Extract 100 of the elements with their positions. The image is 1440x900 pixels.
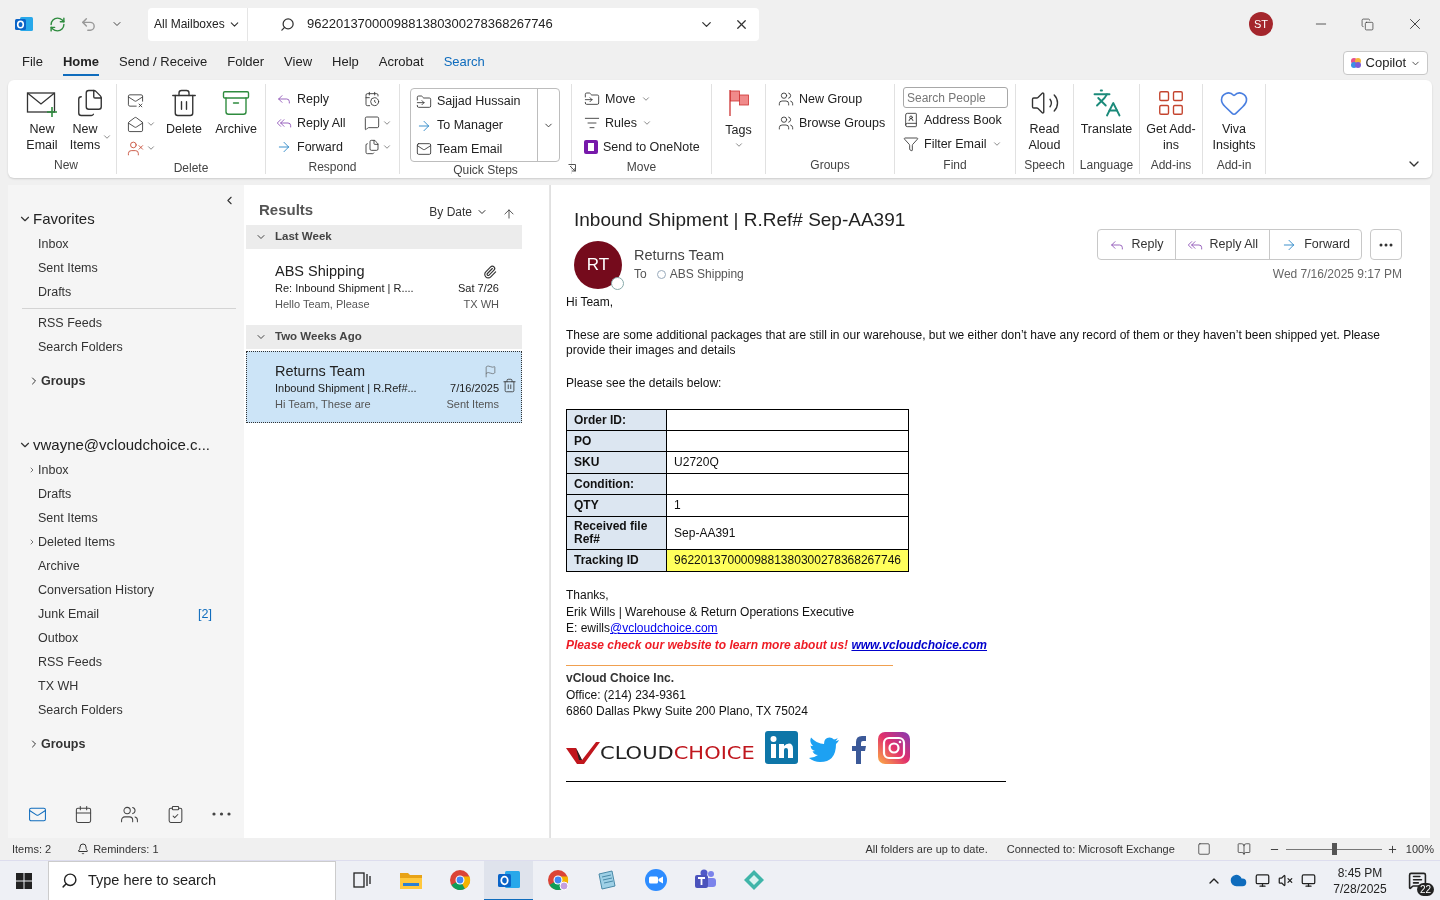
reminders-count[interactable]: Reminders: 1 [93, 840, 159, 858]
ribbon-button[interactable]: Move [584, 87, 711, 111]
menu-tab[interactable]: Folder [227, 50, 265, 76]
ribbon-button[interactable]: Filter Email [903, 132, 1015, 156]
ribbon-button[interactable]: New Items [68, 84, 112, 153]
message-item[interactable]: Returns Team Inbound Shipment | R.Ref#... Hi Team, These are 7/16/2025 Sent Items [246, 351, 522, 423]
section-header[interactable]: Favorites [8, 207, 95, 231]
group-header[interactable]: Two Weeks Ago [246, 325, 522, 349]
clock[interactable]: 8:45 PM 7/28/2025 [1326, 864, 1394, 897]
ribbon-button[interactable]: Viva Insights [1206, 84, 1262, 153]
app-logo-icon[interactable] [14, 14, 34, 34]
zoom-in-icon[interactable] [1386, 843, 1398, 855]
copilot-button[interactable]: Copilot [1342, 51, 1428, 75]
f-logo-icon[interactable] [849, 733, 868, 764]
menu-tab[interactable]: Help [332, 50, 359, 76]
group-header[interactable]: Last Week [246, 225, 522, 249]
message-preview: Hi Team, These are [275, 397, 372, 412]
menu-tab[interactable]: Send / Receive [119, 50, 208, 76]
action-button[interactable]: Reply [1097, 230, 1175, 259]
groups-header[interactable]: Groups [8, 732, 86, 756]
folder-item[interactable]: TX WH [8, 674, 244, 698]
mail-app-icon [496, 868, 521, 891]
taskbar-search-field[interactable]: Type here to search [88, 869, 308, 892]
ribbon-button[interactable]: Delete [162, 84, 206, 160]
folder-item[interactable]: Junk Email [2] [8, 602, 244, 626]
website-link[interactable]: www.vcloudchoice.com [851, 637, 988, 652]
reading-view-icon[interactable] [1236, 842, 1251, 856]
ribbon-button[interactable]: Get Add-ins [1143, 84, 1199, 153]
dialog-launcher-icon[interactable] [568, 164, 576, 172]
search-icon [280, 16, 295, 32]
group-label: Add-in [1216, 157, 1252, 173]
account-avatar[interactable]: ST [1249, 12, 1273, 36]
groups-header[interactable]: Groups [8, 369, 86, 393]
network-icon[interactable] [1301, 873, 1316, 888]
ribbon-button[interactable]: Reply All [276, 111, 346, 135]
monitor-icon[interactable] [1255, 873, 1270, 888]
group-label: Add-ins [1150, 157, 1192, 173]
archive-icon [221, 88, 251, 118]
action-button[interactable]: Reply All [1174, 230, 1270, 259]
taskbar-search-bar[interactable]: Type here to search [48, 860, 336, 900]
taskbar-app[interactable] [484, 860, 533, 900]
normal-view-icon[interactable] [1196, 842, 1211, 856]
ribbon-button[interactable]: Team Email [416, 137, 537, 161]
menu-tab[interactable]: Acrobat [378, 50, 424, 76]
ribbon-button[interactable]: Archive [212, 84, 260, 160]
rules-icon [584, 115, 600, 131]
folder-item[interactable]: Inbox [8, 458, 244, 482]
restore-icon[interactable] [1361, 17, 1374, 31]
menu-tab[interactable]: Search [443, 50, 485, 76]
delete-icon[interactable] [501, 378, 517, 393]
ribbon-button[interactable]: Address Book [903, 108, 1015, 132]
ribbon-button[interactable]: Read Aloud [1016, 84, 1073, 153]
caret-icon [381, 118, 392, 128]
camera-icon[interactable] [877, 731, 910, 764]
folder-item[interactable]: Sent Items [8, 256, 244, 280]
sort-dropdown[interactable]: By Date [429, 203, 488, 221]
ribbon-button[interactable]: Reply [276, 87, 346, 111]
table-label-cell: Received file Ref# [566, 516, 667, 550]
search-field[interactable]: 9622013700009881380300278368267746 [307, 14, 699, 34]
folder-item[interactable]: Drafts [8, 482, 244, 506]
folder-item[interactable]: Drafts [8, 280, 244, 304]
menu-tab[interactable]: Home [62, 50, 100, 76]
folder-item[interactable]: Conversation History [8, 578, 244, 602]
ribbon-button[interactable]: Browse Groups [778, 111, 894, 135]
ribbon-button[interactable]: Send to OneNote [584, 135, 711, 159]
ribbon-button[interactable]: New Group [778, 87, 894, 111]
folder-item[interactable]: Sent Items [8, 506, 244, 530]
folder-item[interactable]: Inbox [8, 232, 244, 256]
sync-icon[interactable] [49, 15, 66, 33]
tags-button[interactable]: Tags [725, 88, 752, 150]
ribbon-button[interactable]: Sajjad Hussain [416, 90, 537, 114]
folder-item[interactable]: Outbox [8, 626, 244, 650]
email-link[interactable]: @vcloudchoice.com [610, 621, 718, 635]
linkedin-icon[interactable] [764, 730, 798, 764]
ribbon-button[interactable]: To Manager [416, 113, 537, 138]
ribbon-button[interactable]: Forward [276, 135, 346, 159]
cloud-icon[interactable] [1230, 872, 1247, 889]
ribbon-button[interactable]: Rules [584, 111, 711, 135]
muted-speaker-icon[interactable] [1278, 873, 1293, 888]
folder-item[interactable]: Deleted Items [8, 530, 244, 554]
folder-item[interactable]: RSS Feeds [8, 311, 244, 335]
connection-status: Connected to: Microsoft Exchange [1006, 841, 1175, 857]
mailbox-scope-dropdown[interactable]: All Mailboxes [148, 7, 248, 41]
folder-item[interactable]: Search Folders [8, 335, 244, 359]
menu-tab[interactable]: File [22, 50, 43, 76]
search-people-field[interactable]: Search People [903, 87, 1008, 108]
action-button[interactable]: Forward [1269, 230, 1361, 259]
folder-item[interactable]: Search Folders [8, 698, 244, 722]
signature-line: Erik Wills | Warehouse & Return Operations Executive [566, 603, 856, 620]
zoom-slider[interactable] [1285, 843, 1382, 855]
folder-item[interactable]: RSS Feeds [8, 650, 244, 674]
section-header[interactable]: vwayne@vcloudchoice.c... [8, 433, 210, 457]
ribbon-button[interactable]: Translate [1078, 84, 1135, 137]
folder-item[interactable]: Archive [8, 554, 244, 578]
ribbon-button[interactable]: New Email [20, 84, 64, 153]
bird-icon[interactable] [807, 735, 840, 764]
menu-tab[interactable]: View [284, 50, 313, 76]
recipient-name[interactable]: ABS Shipping [669, 265, 744, 283]
search-bar[interactable]: 9622013700009881380300278368267746 [248, 7, 759, 41]
zoom-level[interactable]: 100% [1405, 840, 1434, 858]
